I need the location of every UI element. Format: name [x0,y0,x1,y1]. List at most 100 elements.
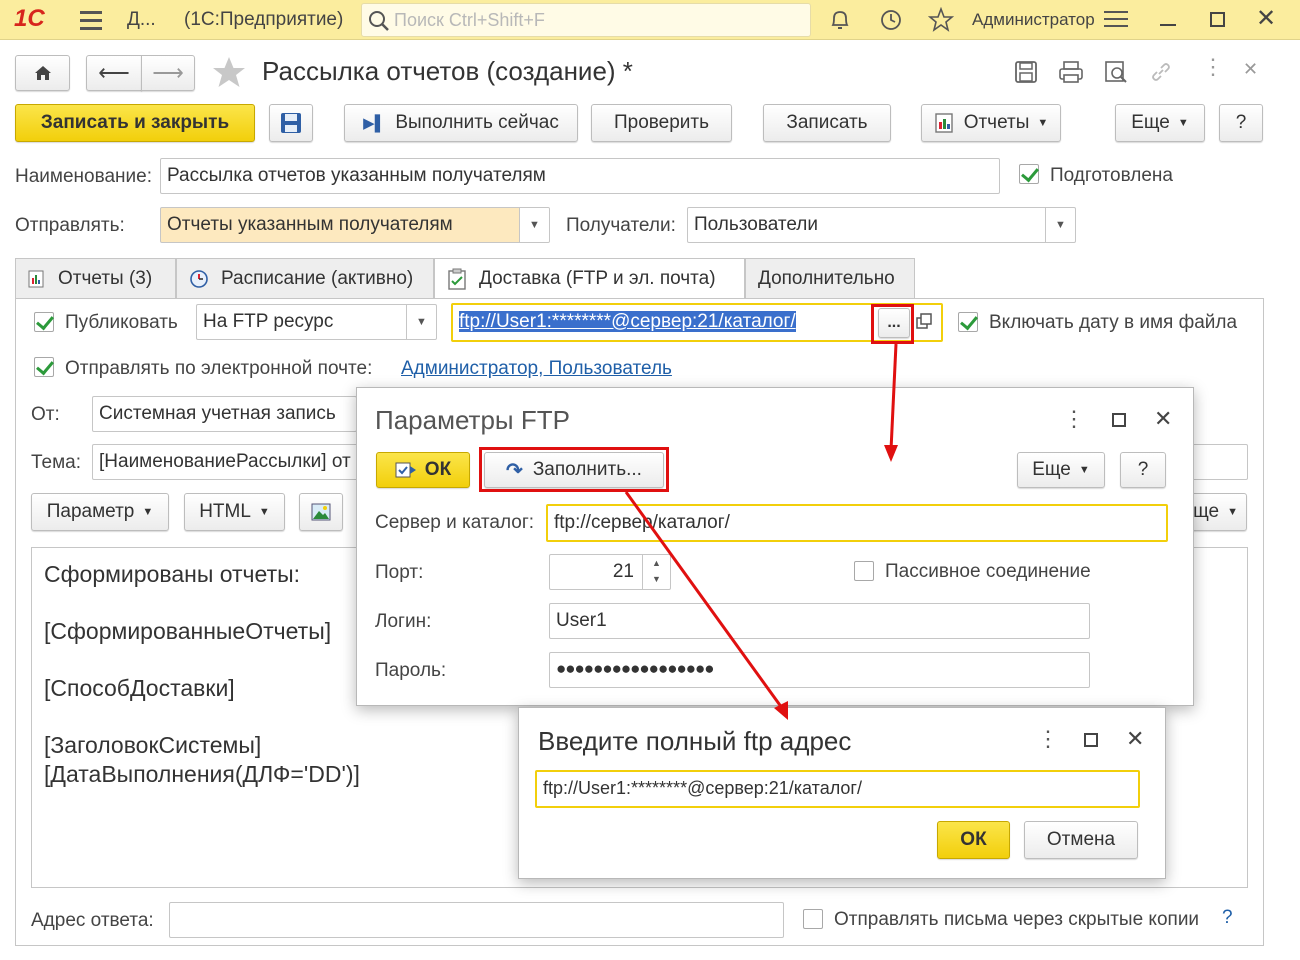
address-ok-button[interactable]: ОК [937,821,1010,859]
password-label: Пароль: [375,660,447,681]
save-icon-button[interactable] [269,104,313,142]
include-date-label: Включать дату в имя файла [989,312,1238,333]
insert-image-button[interactable] [299,493,343,531]
server-field[interactable]: ftp://сервер/каталог/ [546,504,1168,542]
tab-additional-label: Дополнительно [758,267,895,289]
current-user[interactable]: Администратор [972,10,1095,30]
tab-schedule[interactable]: Расписание (активно) [176,258,434,298]
arrow-left-icon: ⟵ [98,60,130,85]
send-value: Отчеты указанным получателям [167,214,453,235]
close-dialog-icon[interactable]: ✕ [1126,728,1144,750]
reply-address-field[interactable] [169,902,784,938]
send-select[interactable]: Отчеты указанным получателям ▼ [160,207,550,243]
close-app-icon[interactable]: ✕ [1256,7,1276,31]
kebab-menu-icon[interactable]: ⋮ [1202,56,1224,78]
help-button[interactable]: ? [1219,104,1263,142]
chevron-down-icon[interactable]: ▼ [406,305,436,339]
parameter-button[interactable]: Параметр ▼ [31,493,169,531]
history-icon[interactable] [878,7,904,33]
ftp-more-button[interactable]: Еще ▼ [1017,452,1105,488]
logo-1c[interactable]: 1С [14,5,45,33]
ok-apply-icon [395,462,416,478]
maximize-icon[interactable] [1112,413,1126,427]
include-date-checkbox[interactable] [958,312,978,332]
save-button[interactable]: Записать [763,104,891,142]
passive-label: Пассивное соединение [885,561,1091,582]
kebab-menu-icon[interactable]: ⋮ [1063,408,1085,430]
bell-icon[interactable] [828,8,852,32]
ftp-parameters-dialog: Параметры FTP ⋮ ✕ ОК ↷ Заполнить... Еще … [356,387,1194,706]
check-button[interactable]: Проверить [591,104,732,142]
favorite-star-icon[interactable] [210,54,248,92]
stepper-up-icon[interactable]: ▲ [643,555,670,571]
ftp-ok-button[interactable]: ОК [376,452,470,488]
from-label: От: [31,404,60,425]
bcc-checkbox[interactable] [803,909,823,929]
port-label: Порт: [375,562,424,583]
tab-delivery[interactable]: Доставка (FTP и эл. почта) [434,258,745,299]
run-now-button[interactable]: ▶▌ Выполнить сейчас [344,104,578,142]
email-recipients-link[interactable]: Администратор, Пользователь [401,358,672,380]
prepared-checkbox[interactable] [1019,164,1039,184]
chevron-down-icon[interactable]: ▼ [519,208,549,242]
more-button[interactable]: Еще ▼ [1115,104,1205,142]
fill-button-highlight [479,447,669,492]
tab-reports[interactable]: Отчеты (3) [15,258,176,298]
address-dialog-title: Введите полный ftp адрес [538,726,852,756]
stepper-down-icon[interactable]: ▼ [643,571,670,587]
settings-lines-icon[interactable] [1104,11,1128,27]
full-ftp-address-field[interactable]: ftp://User1:********@сервер:21/каталог/ [535,770,1140,808]
bcc-help-icon[interactable]: ? [1222,907,1233,929]
from-field[interactable]: Системная учетная запись [92,396,357,432]
reports-button[interactable]: Отчеты ▼ [921,104,1061,142]
maximize-icon[interactable] [1210,12,1225,27]
back-button[interactable]: ⟵ [86,55,142,91]
home-icon [34,66,51,80]
login-field[interactable]: User1 [549,603,1090,639]
close-dialog-icon[interactable]: ✕ [1154,408,1172,430]
close-form-icon[interactable]: ✕ [1243,60,1258,78]
search-input[interactable]: Поиск Ctrl+Shift+F [361,3,811,37]
send-email-checkbox[interactable] [34,357,54,377]
port-stepper[interactable]: 21 ▲ ▼ [549,554,671,590]
open-window-icon[interactable] [915,312,933,330]
password-field[interactable]: ●●●●●●●●●●●●●●●●● [549,652,1090,688]
dropdown-arrow-icon: ▼ [1177,117,1189,129]
arrow-right-icon: ⟶ [152,60,184,85]
search-placeholder: Поиск Ctrl+Shift+F [394,10,545,30]
save-and-close-button[interactable]: Записать и закрыть [15,104,255,142]
dropdown-arrow-icon: ▼ [1078,464,1090,476]
passive-checkbox[interactable] [854,561,874,581]
maximize-icon[interactable] [1084,733,1098,747]
html-button[interactable]: HTML ▼ [184,493,285,531]
tab-reports-label: Отчеты (3) [58,267,153,289]
save-disk-icon[interactable] [1014,60,1038,84]
ftp-address-field[interactable]: ftp://User1:********@сервер:21/каталог/ [451,303,943,342]
publish-checkbox[interactable] [34,312,54,332]
dropdown-arrow-icon: ▼ [142,506,154,518]
top-bar: 1С Д... (1С:Предприятие) Поиск Ctrl+Shif… [0,0,1300,40]
name-field[interactable]: Рассылка отчетов указанным получателям [160,158,1000,194]
ftp-help-button[interactable]: ? [1120,452,1166,488]
chevron-down-icon[interactable]: ▼ [1045,208,1075,242]
recipients-label: Получатели: [566,215,676,236]
kebab-menu-icon[interactable]: ⋮ [1037,728,1059,750]
reply-address-label: Адрес ответа: [31,910,154,931]
menu-icon[interactable] [80,9,102,30]
home-button[interactable] [15,55,70,91]
ftp-address-value: ftp://User1:********@сервер:21/каталог/ [459,311,796,332]
address-cancel-button[interactable]: Отмена [1024,821,1138,859]
link-icon[interactable] [1149,60,1173,84]
favorites-star-icon[interactable] [928,7,954,33]
tab-additional[interactable]: Дополнительно [745,258,915,298]
nav-short-title[interactable]: Д... [127,9,156,31]
bcc-label: Отправлять письма через скрытые копии [834,909,1200,930]
print-icon[interactable] [1058,59,1084,85]
preview-icon[interactable] [1103,59,1129,85]
forward-button[interactable]: ⟶ [141,55,195,91]
ftp-ok-label: ОК [424,459,452,480]
image-icon [311,503,331,521]
minimize-icon[interactable] [1160,24,1176,26]
recipients-select[interactable]: Пользователи ▼ [687,207,1076,243]
publish-target-select[interactable]: На FTP ресурс ▼ [196,304,437,340]
